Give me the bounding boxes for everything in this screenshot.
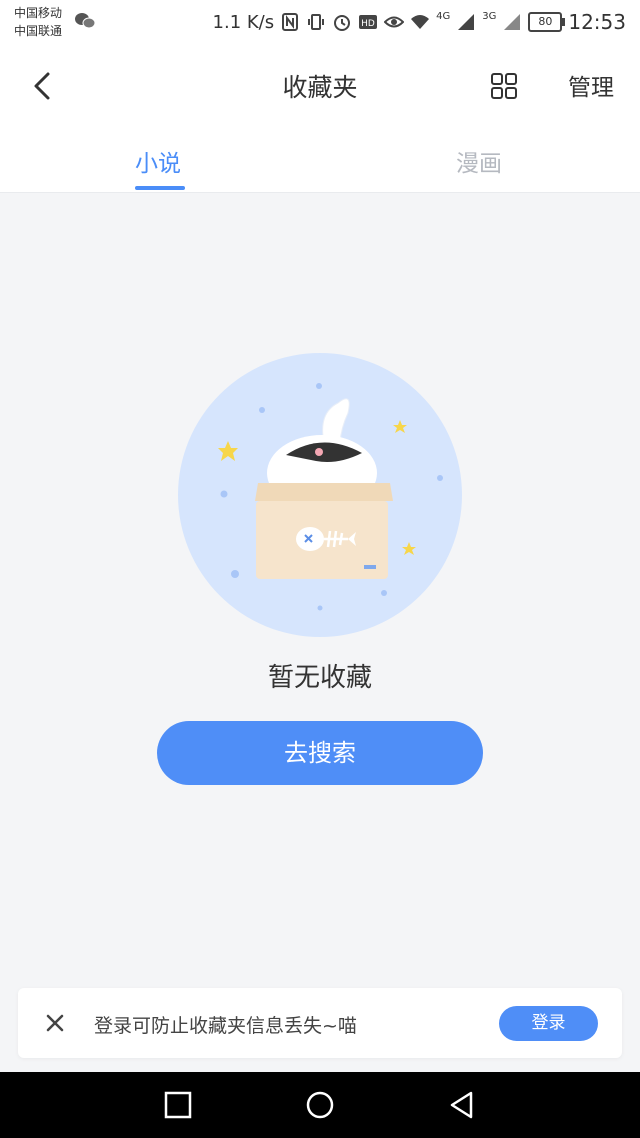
empty-favorites-illustration <box>178 353 462 637</box>
battery-indicator: 80 <box>528 12 566 32</box>
svg-text:HD: HD <box>361 19 375 29</box>
tab-bar: 小说 漫画 <box>0 128 640 193</box>
manage-button[interactable]: 管理 <box>568 68 614 102</box>
status-right: 1.1 K/s HD 4G 3G 80 12:53 <box>213 8 626 36</box>
empty-message: 暂无收藏 <box>267 663 372 693</box>
page-title: 收藏夹 <box>282 73 358 102</box>
net-speed: 1.1 K/s <box>212 11 275 33</box>
signal-icon <box>458 14 475 30</box>
carrier-2: 中国联通 <box>14 24 63 38</box>
clock: 12:53 <box>568 10 626 34</box>
system-nav-bar <box>0 1072 640 1138</box>
close-icon[interactable] <box>44 1012 66 1034</box>
signal-icon <box>504 14 521 30</box>
tab-comic[interactable]: 漫画 <box>456 144 502 178</box>
back-nav-icon[interactable] <box>447 1090 477 1120</box>
wechat-icon <box>75 13 96 29</box>
nfc-icon <box>282 13 299 31</box>
vibrate-icon <box>308 14 325 30</box>
alarm-icon <box>334 15 351 31</box>
status-bar: 中国移动 中国联通 1.1 K/s HD 4G 3G 80 12:53 <box>0 0 640 44</box>
header-bar: 收藏夹 管理 <box>0 44 640 128</box>
carrier-1: 中国移动 <box>14 6 63 20</box>
carrier-info: 中国移动 中国联通 <box>14 4 62 40</box>
net-4g-label: 4G <box>436 10 451 22</box>
tab-active-indicator <box>135 186 185 190</box>
home-icon[interactable] <box>305 1090 335 1120</box>
net-3g-label: 3G <box>482 10 497 22</box>
eye-icon <box>384 16 405 28</box>
tab-novel[interactable]: 小说 <box>135 144 181 178</box>
login-banner-text: 登录可防止收藏夹信息丢失~喵 <box>94 1015 357 1037</box>
hd-icon: HD <box>359 15 378 29</box>
wifi-icon <box>411 15 430 29</box>
grid-view-icon[interactable] <box>490 72 518 100</box>
login-banner: 登录可防止收藏夹信息丢失~喵 登录 <box>18 988 622 1058</box>
login-button[interactable]: 登录 <box>499 1006 598 1041</box>
go-search-button[interactable]: 去搜索 <box>157 721 483 785</box>
recent-apps-icon[interactable] <box>163 1090 193 1120</box>
